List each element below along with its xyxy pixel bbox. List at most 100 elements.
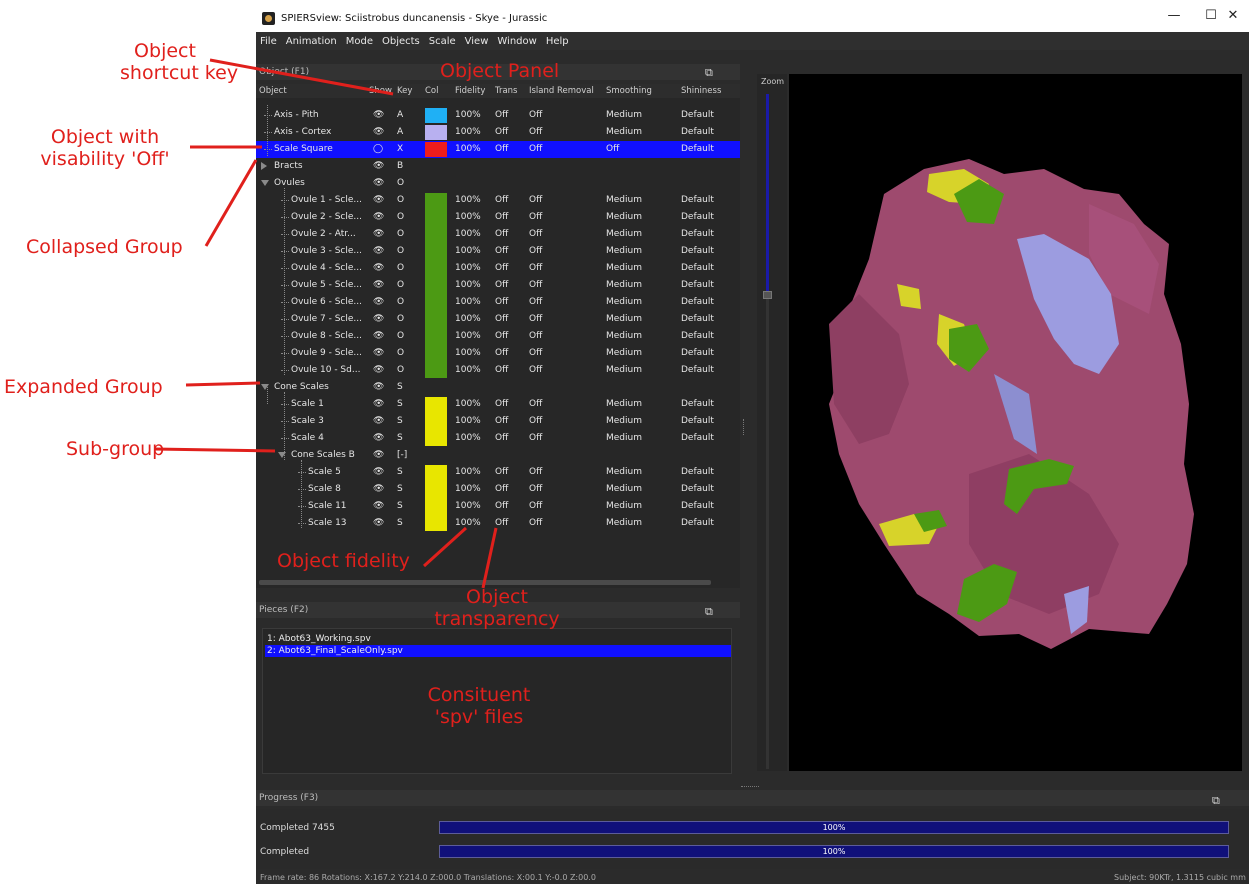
smoothing-value: Medium: [606, 467, 642, 477]
pieces-panel-float-icon[interactable]: ⧉: [705, 605, 713, 619]
object-row[interactable]: Ovule 1 - Scle... 👁 O 100% Off Off Medium Defau…: [256, 192, 740, 209]
piece-item-2[interactable]: 2: Abot63_Final_ScaleOnly.spv: [265, 645, 731, 657]
object-row[interactable]: Cone Scales B 👁 [-]: [256, 447, 740, 464]
object-row[interactable]: Scale Square ◯ X 100% Off Off Off Default: [256, 141, 740, 158]
shortcut-key: O: [397, 212, 405, 222]
visibility-eye-icon[interactable]: 👁: [373, 501, 384, 511]
shortcut-key: S: [397, 467, 403, 477]
col-fidelity-header[interactable]: Fidelity: [455, 86, 485, 96]
object-panel-float-icon[interactable]: ⧉: [705, 66, 713, 80]
visibility-eye-icon[interactable]: 👁: [373, 331, 384, 341]
visibility-eye-icon[interactable]: 👁: [373, 161, 384, 171]
object-row[interactable]: Scale 3 👁 S 100% Off Off Medium Default: [256, 413, 740, 430]
visibility-eye-icon[interactable]: 👁: [373, 280, 384, 290]
object-row[interactable]: Ovules 👁 O: [256, 175, 740, 192]
object-name: Ovule 8 - Scle...: [291, 331, 362, 341]
object-row[interactable]: Scale 4 👁 S 100% Off Off Medium Default: [256, 430, 740, 447]
transparency-value: Off: [495, 280, 509, 290]
object-panel-horizontal-scrollbar[interactable]: [259, 580, 711, 585]
menu-view[interactable]: View: [465, 36, 489, 47]
visibility-eye-icon[interactable]: 👁: [373, 314, 384, 324]
horizontal-splitter[interactable]: [741, 786, 759, 788]
col-smoothing-header[interactable]: Smoothing: [606, 86, 652, 96]
tree-branch-line: [281, 336, 289, 337]
cortex-color-swatch[interactable]: [425, 125, 447, 140]
object-row[interactable]: Ovule 2 - Scle... 👁 O 100% Off Off Medium Defau…: [256, 209, 740, 226]
shininess-value: Default: [681, 331, 714, 341]
fidelity-value: 100%: [455, 127, 481, 137]
visibility-eye-icon[interactable]: 👁: [373, 450, 384, 460]
zoom-slider-handle[interactable]: [763, 291, 772, 299]
object-row[interactable]: Ovule 7 - Scle... 👁 O 100% Off Off Medium Defau…: [256, 311, 740, 328]
object-row[interactable]: Scale 1 👁 S 100% Off Off Medium Default: [256, 396, 740, 413]
shortcut-key: B: [397, 161, 404, 171]
object-row[interactable]: Scale 5 👁 S 100% Off Off Medium Default: [256, 464, 740, 481]
menu-bar: File Animation Mode Objects Scale View W…: [256, 32, 1249, 50]
col-shininess-header[interactable]: Shininess: [681, 86, 721, 96]
visibility-eye-icon[interactable]: 👁: [373, 416, 384, 426]
cone-scales-b-color-swatch[interactable]: [425, 465, 447, 531]
menu-animation[interactable]: Animation: [286, 36, 337, 47]
3d-viewer[interactable]: [789, 74, 1242, 771]
pith-color-swatch[interactable]: [425, 108, 447, 123]
col-trans-header[interactable]: Trans: [495, 86, 517, 96]
visibility-eye-icon[interactable]: 👁: [373, 433, 384, 443]
collapse-arrow-icon[interactable]: [261, 180, 269, 186]
object-row[interactable]: Scale 11 👁 S 100% Off Off Medium Default: [256, 498, 740, 515]
visibility-eye-icon[interactable]: 👁: [373, 127, 384, 137]
object-row[interactable]: Scale 8 👁 S 100% Off Off Medium Default: [256, 481, 740, 498]
object-row[interactable]: Ovule 2 - Atr... 👁 O 100% Off Off Medium Defaul…: [256, 226, 740, 243]
visibility-eye-icon[interactable]: 👁: [373, 365, 384, 375]
object-row[interactable]: Ovule 5 - Scle... 👁 O 100% Off Off Medium Defau…: [256, 277, 740, 294]
visibility-eye-icon[interactable]: 👁: [373, 212, 384, 222]
visibility-eye-icon[interactable]: 👁: [373, 297, 384, 307]
cone-scales-color-swatch[interactable]: [425, 397, 447, 446]
object-row[interactable]: Bracts 👁 B: [256, 158, 740, 175]
object-row[interactable]: Axis - Pith 👁 A 100% Off Off Medium Default: [256, 107, 740, 124]
object-row[interactable]: Ovule 6 - Scle... 👁 O 100% Off Off Medium Defau…: [256, 294, 740, 311]
col-show-header[interactable]: Show: [369, 86, 392, 96]
visibility-eye-icon[interactable]: 👁: [373, 348, 384, 358]
progress-panel-float-icon[interactable]: ⧉: [1212, 794, 1220, 808]
visibility-eye-icon[interactable]: 👁: [373, 195, 384, 205]
menu-window[interactable]: Window: [497, 36, 536, 47]
app-icon: [262, 11, 275, 25]
visibility-eye-icon[interactable]: 👁: [373, 518, 384, 528]
object-row[interactable]: Axis - Cortex 👁 A 100% Off Off Medium Default: [256, 124, 740, 141]
panel-splitter[interactable]: [743, 419, 745, 435]
menu-objects[interactable]: Objects: [382, 36, 420, 47]
visibility-eye-icon[interactable]: 👁: [373, 382, 384, 392]
col-object-header[interactable]: Object: [259, 86, 287, 96]
visibility-eye-icon[interactable]: 👁: [373, 399, 384, 409]
menu-scale[interactable]: Scale: [429, 36, 456, 47]
visibility-eye-icon[interactable]: 👁: [373, 467, 384, 477]
menu-file[interactable]: File: [260, 36, 277, 47]
visibility-eye-icon[interactable]: 👁: [373, 246, 384, 256]
scale-square-color-swatch[interactable]: [425, 142, 447, 157]
expand-arrow-icon[interactable]: [261, 162, 267, 170]
shortcut-key: A: [397, 110, 404, 120]
close-button[interactable]: ✕: [1213, 8, 1249, 23]
object-row[interactable]: Ovule 9 - Scle... 👁 O 100% Off Off Medium Defau…: [256, 345, 740, 362]
col-key-header[interactable]: Key: [397, 86, 412, 96]
object-row[interactable]: Cone Scales 👁 S: [256, 379, 740, 396]
menu-mode[interactable]: Mode: [346, 36, 373, 47]
menu-help[interactable]: Help: [546, 36, 569, 47]
col-col-header[interactable]: Col: [425, 86, 439, 96]
visibility-eye-icon[interactable]: 👁: [373, 484, 384, 494]
visibility-eye-icon[interactable]: 👁: [373, 229, 384, 239]
object-row[interactable]: Ovule 10 - Sd... 👁 O 100% Off Off Medium Defaul…: [256, 362, 740, 379]
object-row[interactable]: Ovule 8 - Scle... 👁 O 100% Off Off Medium Defau…: [256, 328, 740, 345]
visibility-eye-icon[interactable]: 👁: [373, 263, 384, 273]
visibility-eye-icon[interactable]: 👁: [373, 178, 384, 188]
visibility-eye-icon[interactable]: ◯: [373, 144, 383, 154]
shortcut-key: O: [397, 263, 405, 273]
object-row[interactable]: Scale 13 👁 S 100% Off Off Medium Default: [256, 515, 740, 532]
piece-item-1[interactable]: 1: Abot63_Working.spv: [265, 633, 731, 645]
object-row[interactable]: Ovule 4 - Scle... 👁 O 100% Off Off Medium Defau…: [256, 260, 740, 277]
ovules-color-swatch[interactable]: [425, 193, 447, 378]
object-row[interactable]: Ovule 3 - Scle... 👁 O 100% Off Off Medium Defau…: [256, 243, 740, 260]
col-island-header[interactable]: Island Removal: [529, 86, 594, 96]
minimize-button[interactable]: —: [1154, 8, 1194, 23]
visibility-eye-icon[interactable]: 👁: [373, 110, 384, 120]
